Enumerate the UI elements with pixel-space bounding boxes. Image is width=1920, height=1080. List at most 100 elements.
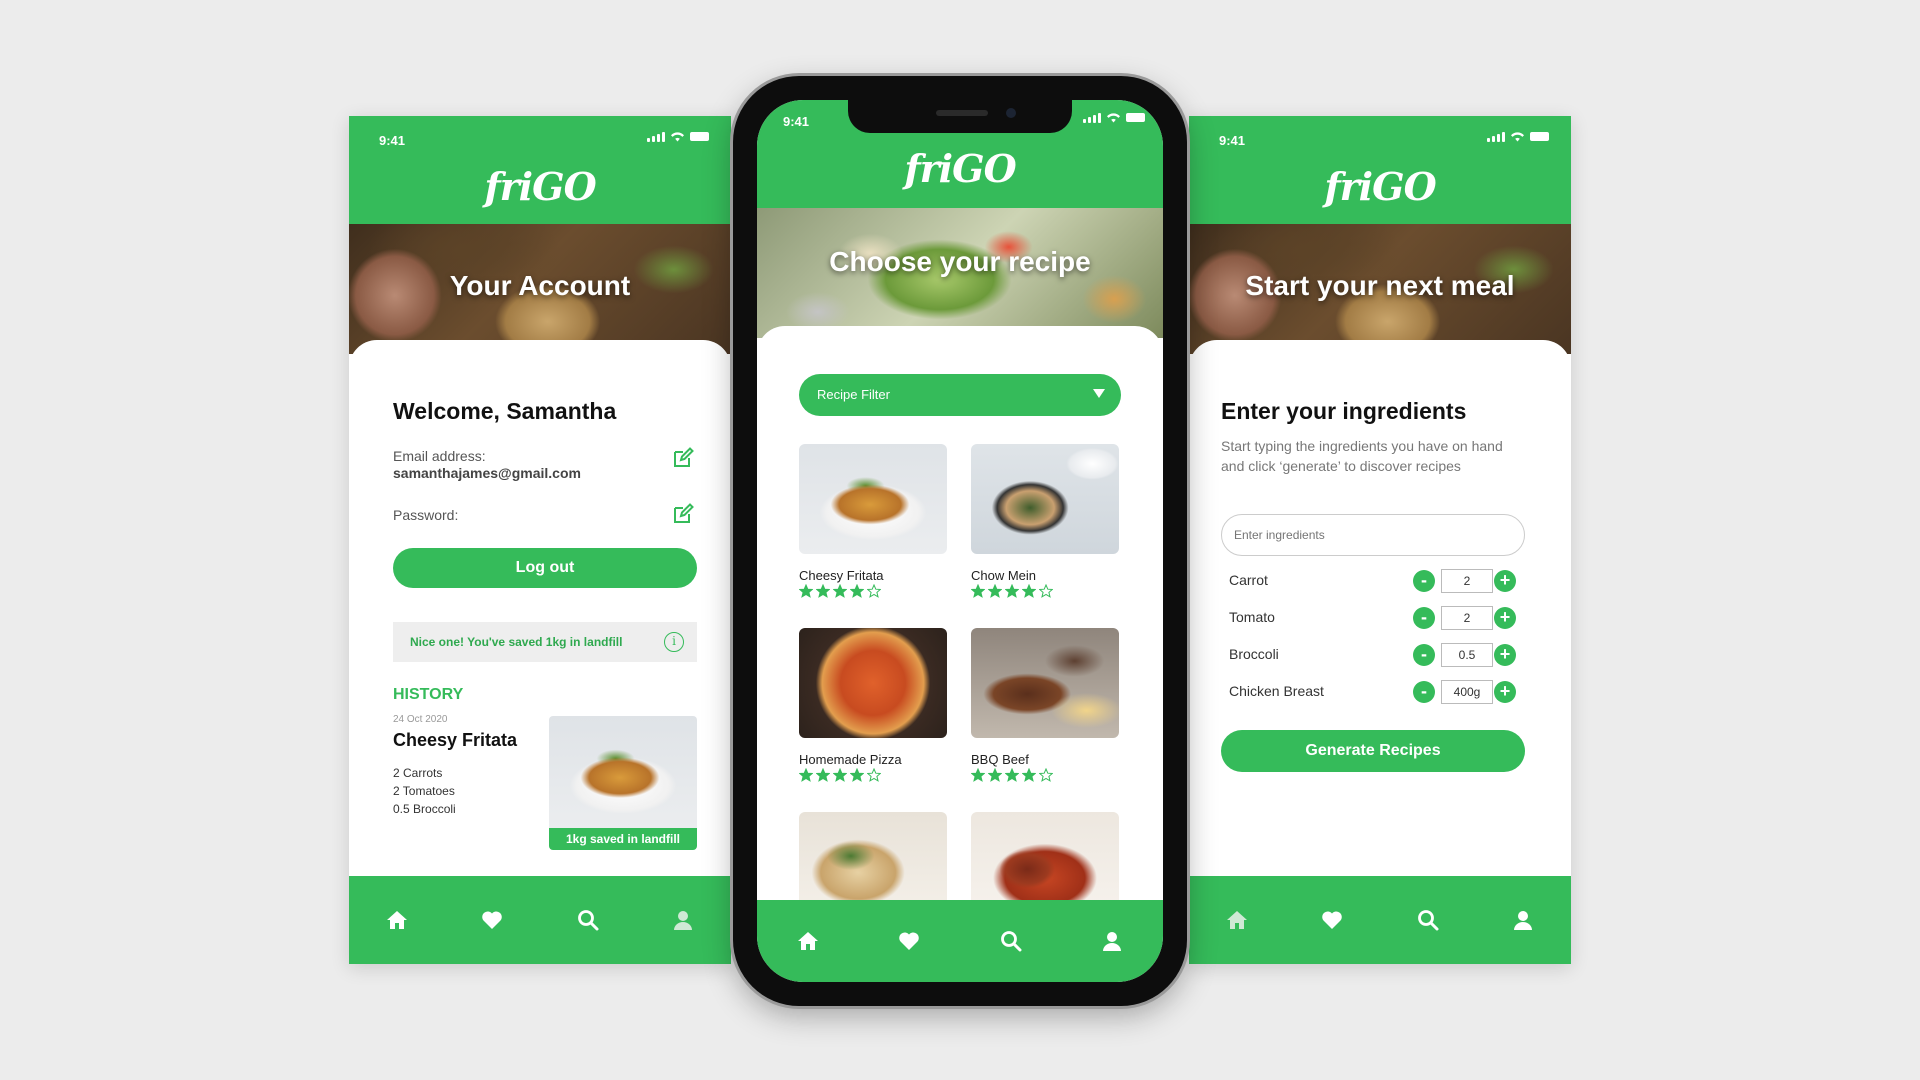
hero-title: Choose your recipe xyxy=(829,246,1091,277)
heart-icon[interactable] xyxy=(1318,906,1346,934)
saved-banner-text: Nice one! You've saved 1kg in landfill xyxy=(410,635,623,649)
signal-icon xyxy=(1083,112,1101,123)
home-icon[interactable] xyxy=(383,906,411,934)
recipes-screen: 9:41 friGO Choose your recipe Recipe Fil… xyxy=(757,100,1163,982)
chevron-down-icon xyxy=(1093,389,1105,398)
bottom-nav xyxy=(1189,876,1571,964)
recipe-image[interactable] xyxy=(971,628,1119,738)
heart-icon[interactable] xyxy=(895,927,923,955)
star-empty-icon xyxy=(1039,584,1053,598)
recipe-filter-label: Recipe Filter xyxy=(817,387,890,402)
brand-logo: friGO xyxy=(1324,164,1436,209)
increase-button[interactable]: + xyxy=(1494,644,1516,666)
hero-banner: Start your next meal xyxy=(1189,224,1571,354)
profile-icon[interactable] xyxy=(1509,906,1537,934)
status-icons xyxy=(1487,131,1549,142)
recipe-image[interactable] xyxy=(799,628,947,738)
home-icon[interactable] xyxy=(1223,906,1251,934)
star-filled-icon xyxy=(833,584,847,598)
recipe-card[interactable]: Chow Mein xyxy=(971,444,1119,598)
account-screen: 9:41 friGO Your Account Welcome, Samanth… xyxy=(349,116,731,964)
bottom-nav xyxy=(757,900,1163,982)
wifi-icon xyxy=(1107,113,1120,123)
increase-button[interactable]: + xyxy=(1494,607,1516,629)
brand-logo: friGO xyxy=(484,164,596,209)
history-saved-badge: 1kg saved in landfill xyxy=(549,828,697,850)
status-time: 9:41 xyxy=(379,133,406,148)
rating-stars xyxy=(971,768,1119,782)
ingredient-name: Tomato xyxy=(1229,609,1275,625)
search-icon[interactable] xyxy=(997,927,1025,955)
password-label: Password: xyxy=(393,507,459,523)
battery-icon xyxy=(1126,113,1145,122)
phone-notch xyxy=(848,100,1072,133)
recipe-card[interactable]: BBQ Beef xyxy=(971,628,1119,782)
recipe-card[interactable]: Homemade Pizza xyxy=(799,628,947,782)
ingredient-name: Carrot xyxy=(1229,572,1268,588)
account-card: Welcome, Samantha Email address: samanth… xyxy=(349,340,731,900)
info-icon[interactable]: i xyxy=(664,632,684,652)
edit-password-icon[interactable] xyxy=(671,502,695,526)
speaker-grille xyxy=(936,110,988,116)
star-filled-icon xyxy=(1022,768,1036,782)
quantity-field[interactable]: 2 xyxy=(1441,606,1493,630)
recipe-filter-dropdown[interactable]: Recipe Filter xyxy=(799,374,1121,416)
rating-stars xyxy=(799,584,947,598)
phone-frame: 9:41 friGO Choose your recipe Recipe Fil… xyxy=(733,76,1187,1006)
star-filled-icon xyxy=(816,584,830,598)
star-filled-icon xyxy=(850,584,864,598)
star-filled-icon xyxy=(1005,768,1019,782)
status-icons xyxy=(1083,112,1145,123)
increase-button[interactable]: + xyxy=(1494,570,1516,592)
rating-stars xyxy=(799,768,947,782)
history-ingredient: 0.5 Broccoli xyxy=(393,802,456,816)
history-date: 24 Oct 2020 xyxy=(393,714,448,725)
star-filled-icon xyxy=(799,768,813,782)
hero-banner: Your Account xyxy=(349,224,731,354)
hero-title: Start your next meal xyxy=(1245,270,1515,301)
ingredient-row: Tomato - 2 + xyxy=(1229,605,1525,631)
edit-email-icon[interactable] xyxy=(671,446,695,470)
increase-button[interactable]: + xyxy=(1494,681,1516,703)
logout-button[interactable]: Log out xyxy=(393,548,697,588)
wifi-icon xyxy=(671,132,684,142)
decrease-button[interactable]: - xyxy=(1413,681,1435,703)
quantity-field[interactable]: 2 xyxy=(1441,569,1493,593)
rating-stars xyxy=(971,584,1119,598)
quantity-field[interactable]: 400g xyxy=(1441,680,1493,704)
history-heading: HISTORY xyxy=(393,686,464,703)
search-icon[interactable] xyxy=(1414,906,1442,934)
ingredients-input[interactable] xyxy=(1221,514,1525,556)
ingredients-card: Enter your ingredients Start typing the … xyxy=(1189,340,1571,900)
heart-icon[interactable] xyxy=(478,906,506,934)
decrease-button[interactable]: - xyxy=(1413,607,1435,629)
star-filled-icon xyxy=(799,584,813,598)
email-value: samanthajames@gmail.com xyxy=(393,465,581,481)
recipe-image[interactable] xyxy=(971,444,1119,554)
generate-recipes-button[interactable]: Generate Recipes xyxy=(1221,730,1525,772)
history-recipe-title: Cheesy Fritata xyxy=(393,730,518,750)
search-icon[interactable] xyxy=(574,906,602,934)
recipe-name: Cheesy Fritata xyxy=(799,568,884,583)
hero-title: Your Account xyxy=(449,270,631,301)
recipe-name: Homemade Pizza xyxy=(799,752,902,767)
profile-icon[interactable] xyxy=(669,906,697,934)
recipes-card: Recipe Filter Cheesy Fritata Chow Mein H… xyxy=(757,326,1163,922)
hero-banner: Choose your recipe xyxy=(757,208,1163,338)
home-icon[interactable] xyxy=(794,927,822,955)
welcome-heading: Welcome, Samantha xyxy=(393,398,617,424)
profile-icon[interactable] xyxy=(1098,927,1126,955)
star-filled-icon xyxy=(971,584,985,598)
ingredient-row: Broccoli - 0.5 + xyxy=(1229,642,1525,668)
ingredient-row: Chicken Breast - 400g + xyxy=(1229,679,1525,705)
wifi-icon xyxy=(1511,132,1524,142)
star-filled-icon xyxy=(1005,584,1019,598)
history-ingredient: 2 Carrots xyxy=(393,766,443,780)
decrease-button[interactable]: - xyxy=(1413,644,1435,666)
recipe-card[interactable]: Cheesy Fritata xyxy=(799,444,947,598)
status-time: 9:41 xyxy=(1219,133,1246,148)
quantity-field[interactable]: 0.5 xyxy=(1441,643,1493,667)
recipe-image[interactable] xyxy=(799,444,947,554)
decrease-button[interactable]: - xyxy=(1413,570,1435,592)
history-recipe-image[interactable] xyxy=(549,716,697,828)
